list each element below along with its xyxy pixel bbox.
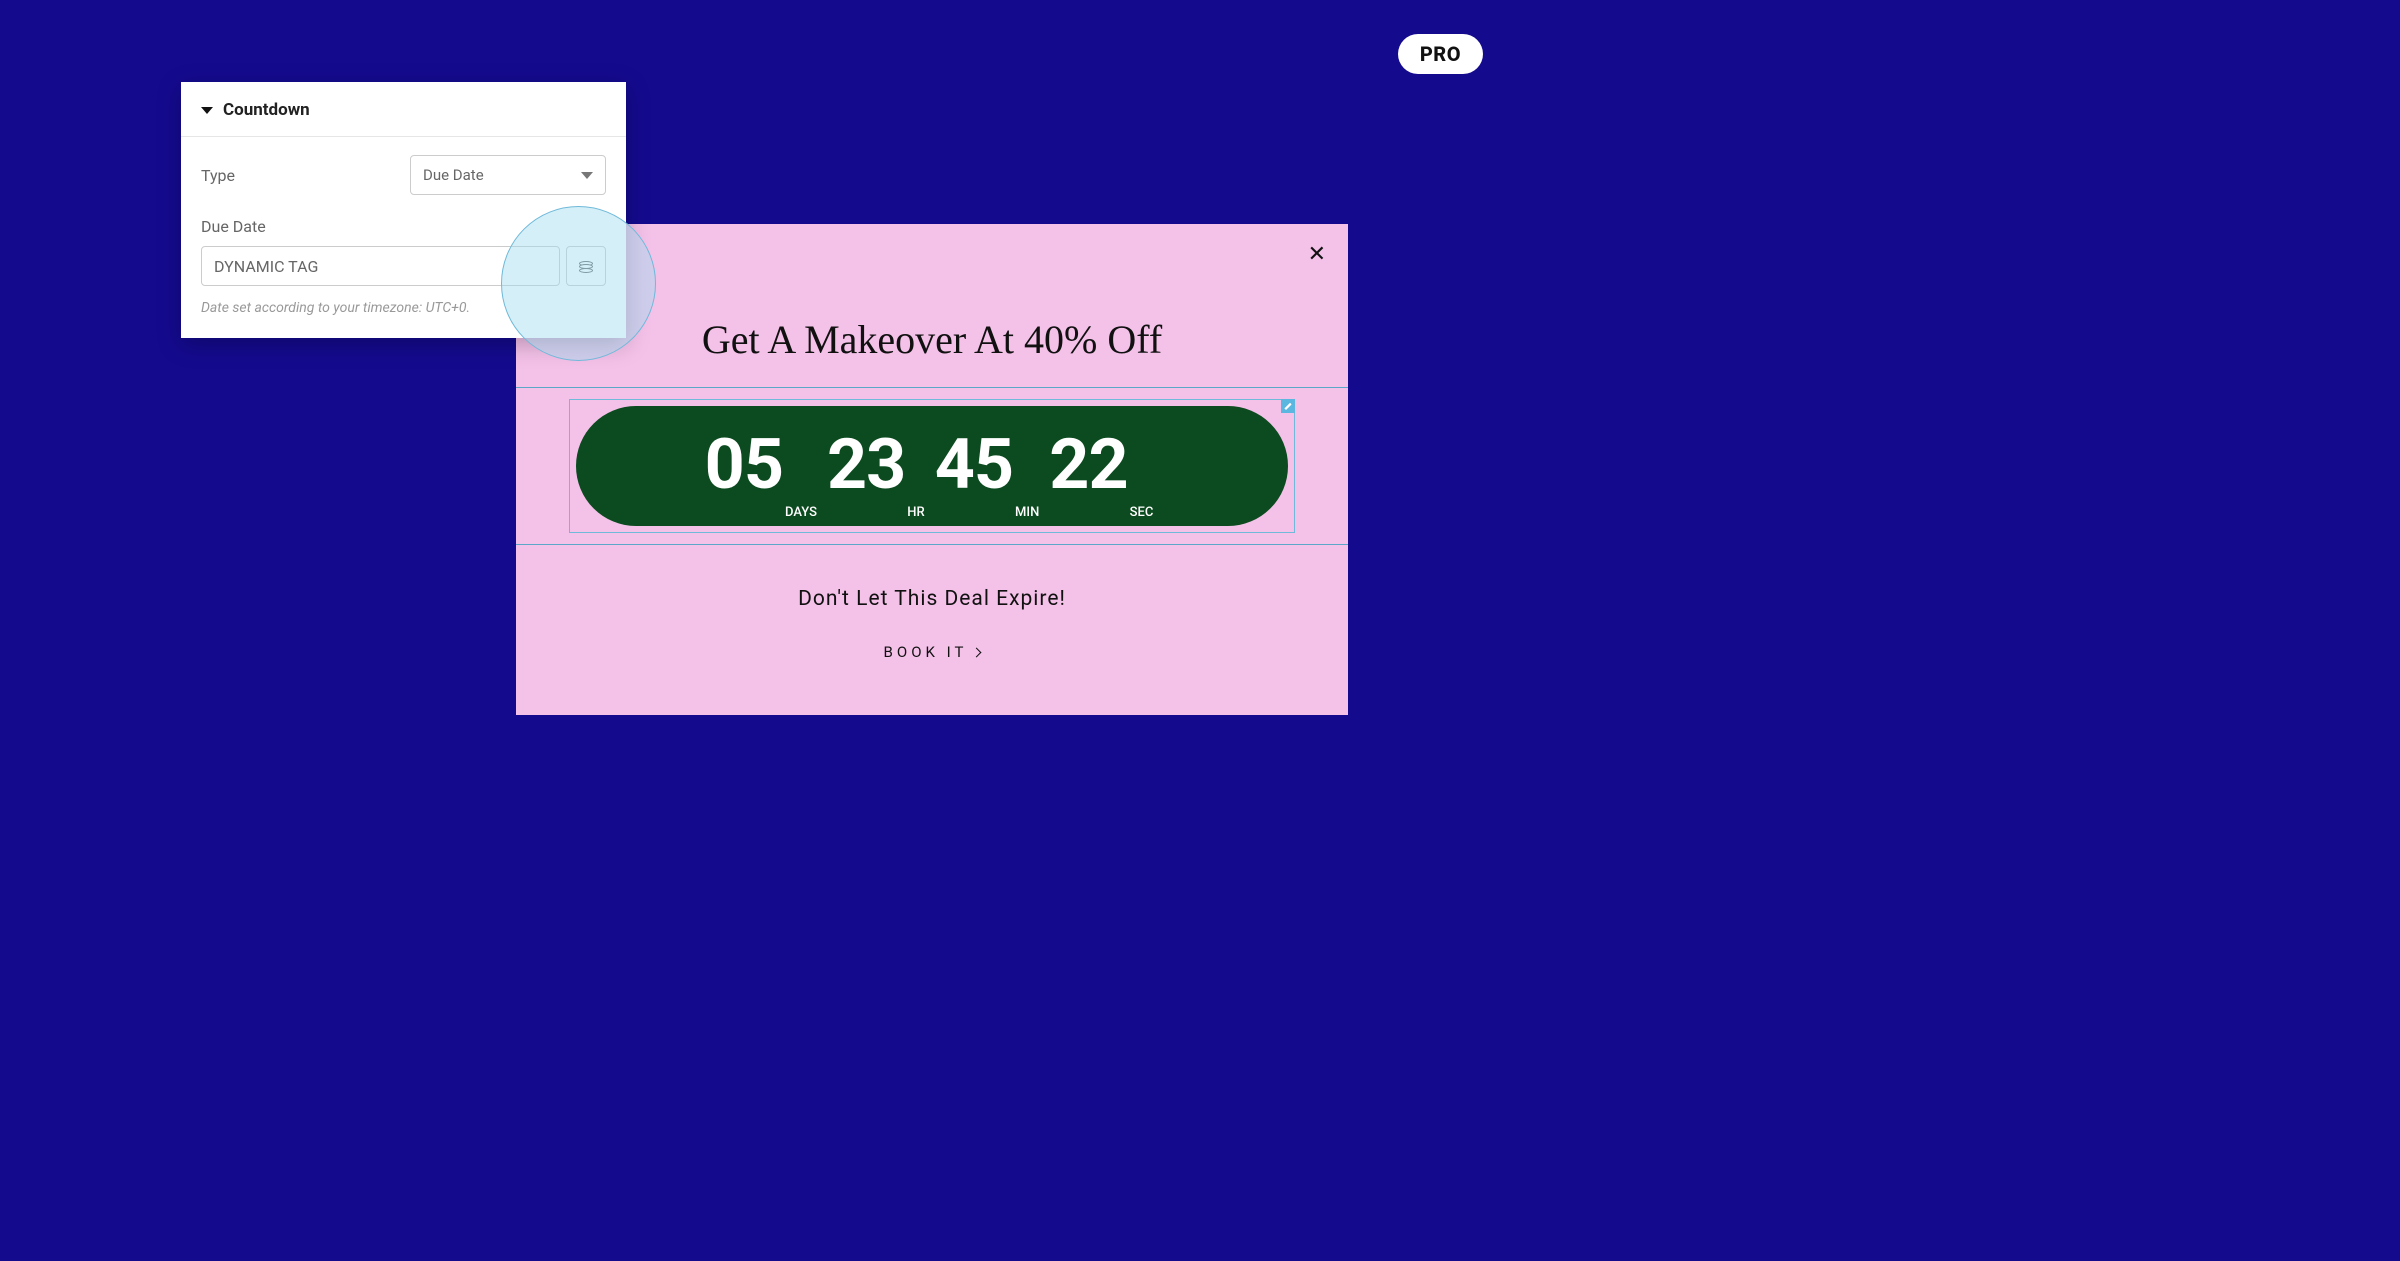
popup-subtitle: Don't Let This Deal Expire!: [516, 587, 1348, 611]
chevron-right-icon: [972, 647, 982, 657]
dynamic-tag-button[interactable]: [566, 246, 606, 286]
panel-header[interactable]: Countdown: [181, 82, 626, 137]
edit-handle-icon[interactable]: [1281, 399, 1295, 413]
pro-badge: PRO: [1398, 34, 1483, 74]
book-it-label: BOOK IT: [884, 643, 968, 661]
countdown-minutes: 45: [935, 430, 1013, 500]
type-select-value: Due Date: [423, 166, 484, 184]
database-icon: [579, 261, 593, 272]
panel-title: Countdown: [223, 100, 310, 120]
selected-section: 05 DAYS 23 HR 45 MIN 22 SEC: [516, 387, 1348, 545]
chevron-down-icon: [581, 172, 593, 179]
countdown-pill: 05 DAYS 23 HR 45 MIN 22 SEC: [576, 406, 1288, 526]
popup-title: Get A Makeover At 40% Off: [516, 316, 1348, 363]
close-icon[interactable]: ✕: [1308, 244, 1326, 266]
countdown-seconds-label: SEC: [1130, 505, 1154, 520]
due-date-input[interactable]: DYNAMIC TAG: [201, 246, 560, 286]
timezone-helper: Date set according to your timezone: UTC…: [201, 300, 606, 316]
countdown-minutes-label: MIN: [1015, 505, 1039, 520]
countdown-hours: 23: [827, 430, 905, 500]
countdown-hours-label: HR: [907, 505, 924, 520]
type-select[interactable]: Due Date: [410, 155, 606, 195]
countdown-settings-panel: Countdown Type Due Date Due Date DYNAMIC…: [181, 82, 626, 338]
popup-preview: ✕ Get A Makeover At 40% Off 05 DAYS 23 H…: [516, 224, 1348, 715]
countdown-days: 05: [705, 430, 783, 500]
countdown-widget-frame[interactable]: 05 DAYS 23 HR 45 MIN 22 SEC: [569, 399, 1295, 533]
countdown-days-label: DAYS: [785, 505, 817, 520]
dynamic-tag-value: DYNAMIC TAG: [214, 257, 318, 276]
type-label: Type: [201, 166, 235, 185]
countdown-seconds: 22: [1049, 430, 1127, 500]
due-date-label: Due Date: [201, 217, 606, 236]
book-it-button[interactable]: BOOK IT: [516, 643, 1348, 661]
caret-down-icon: [201, 107, 213, 114]
